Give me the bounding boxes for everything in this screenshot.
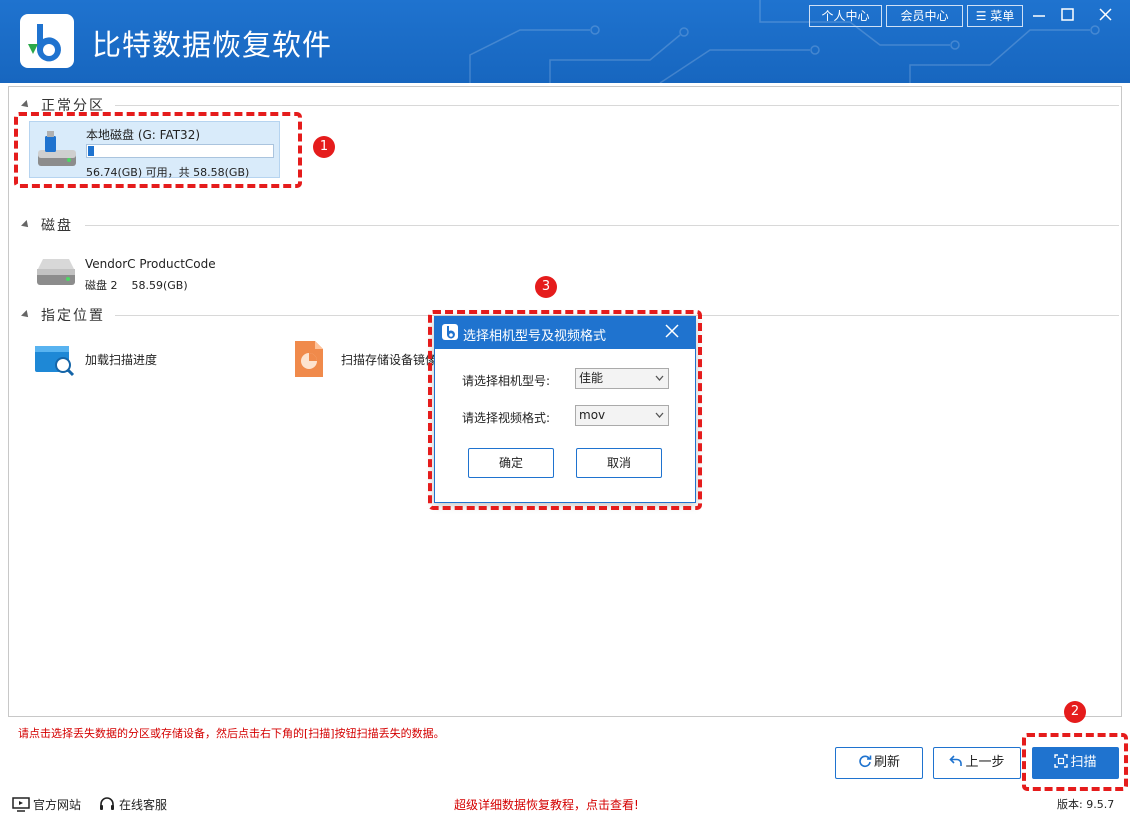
- back-label: 上一步: [965, 755, 1005, 770]
- hard-disk-icon: [37, 259, 75, 285]
- tutorial-link[interactable]: 超级详细数据恢复教程，点击查看!: [454, 796, 639, 813]
- section-disks[interactable]: 磁盘: [9, 215, 1119, 235]
- annotation-badge-2: 2: [1064, 701, 1086, 723]
- annotation-badge-3: 3: [535, 276, 557, 298]
- online-support-link[interactable]: 在线客服: [98, 796, 167, 813]
- scan-label: 扫描: [1070, 755, 1097, 770]
- refresh-button[interactable]: 刷新: [835, 747, 923, 779]
- disk-info: 磁盘 2 58.59(GB): [85, 277, 188, 293]
- version-label: 版本: 9.5.7: [1057, 798, 1115, 811]
- section-label: 磁盘: [41, 218, 73, 234]
- load-scan-progress-item[interactable]: 加载扫描进度: [33, 339, 193, 379]
- menu-label: 菜单: [990, 9, 1015, 23]
- disk-number: 磁盘 2: [85, 279, 118, 292]
- personal-center-button[interactable]: 个人中心: [809, 5, 882, 27]
- official-website-label: 官方网站: [33, 798, 82, 812]
- disk-item[interactable]: VendorC ProductCode 磁盘 2 58.59(GB): [29, 251, 329, 293]
- back-button[interactable]: 上一步: [933, 747, 1021, 779]
- status-bar: 官方网站 在线客服 超级详细数据恢复教程，点击查看! 版本: 9.5.7: [0, 790, 1130, 820]
- scan-icon: [1054, 754, 1069, 768]
- minimize-icon[interactable]: [1027, 4, 1051, 26]
- load-scan-progress-label: 加载扫描进度: [85, 353, 158, 367]
- collapse-triangle-icon[interactable]: [21, 220, 31, 230]
- collapse-triangle-icon[interactable]: [21, 310, 31, 320]
- online-support-label: 在线客服: [119, 798, 168, 812]
- section-label: 指定位置: [41, 308, 105, 324]
- circuit-decoration: [469, 0, 1100, 83]
- close-icon[interactable]: [1093, 4, 1117, 26]
- menu-button[interactable]: ☰ 菜单: [967, 5, 1023, 27]
- annotation-box-3: [428, 310, 702, 510]
- section-divider: [115, 105, 1119, 106]
- title-bar: 比特数据恢复软件 个人中心 会员中心 ☰ 菜单: [0, 0, 1130, 83]
- disk-name: VendorC ProductCode: [85, 257, 216, 271]
- app-title: 比特数据恢复软件: [92, 28, 333, 62]
- disk-image-file-icon: [295, 341, 323, 377]
- app-window: 比特数据恢复软件 个人中心 会员中心 ☰ 菜单 正常分区 本地磁盘 (G: FA…: [0, 0, 1130, 820]
- scan-device-image-label: 扫描存储设备镜像: [341, 353, 438, 367]
- annotation-badge-1: 1: [313, 136, 335, 158]
- headset-icon: [100, 797, 114, 810]
- logo-b-icon: [28, 24, 61, 62]
- official-website-link[interactable]: 官方网站: [12, 796, 81, 813]
- disk-size: 58.59(GB): [131, 279, 188, 292]
- refresh-label: 刷新: [873, 755, 900, 770]
- instruction-hint: 请点击选择丢失数据的分区或存储设备，然后点击右下角的[扫描]按钮扫描丢失的数据。: [18, 727, 445, 740]
- collapse-triangle-icon[interactable]: [21, 100, 31, 110]
- maximize-icon[interactable]: [1055, 4, 1079, 26]
- member-center-button[interactable]: 会员中心: [886, 5, 963, 27]
- annotation-box-1: [14, 112, 302, 188]
- load-progress-icon: [35, 346, 75, 377]
- monitor-icon: [12, 797, 30, 812]
- app-logo: [20, 14, 74, 68]
- menu-icon: ☰: [975, 9, 987, 23]
- section-divider: [85, 225, 1119, 226]
- back-arrow-icon: [949, 755, 963, 766]
- scan-button[interactable]: 扫描: [1032, 747, 1119, 779]
- refresh-icon: [859, 755, 872, 768]
